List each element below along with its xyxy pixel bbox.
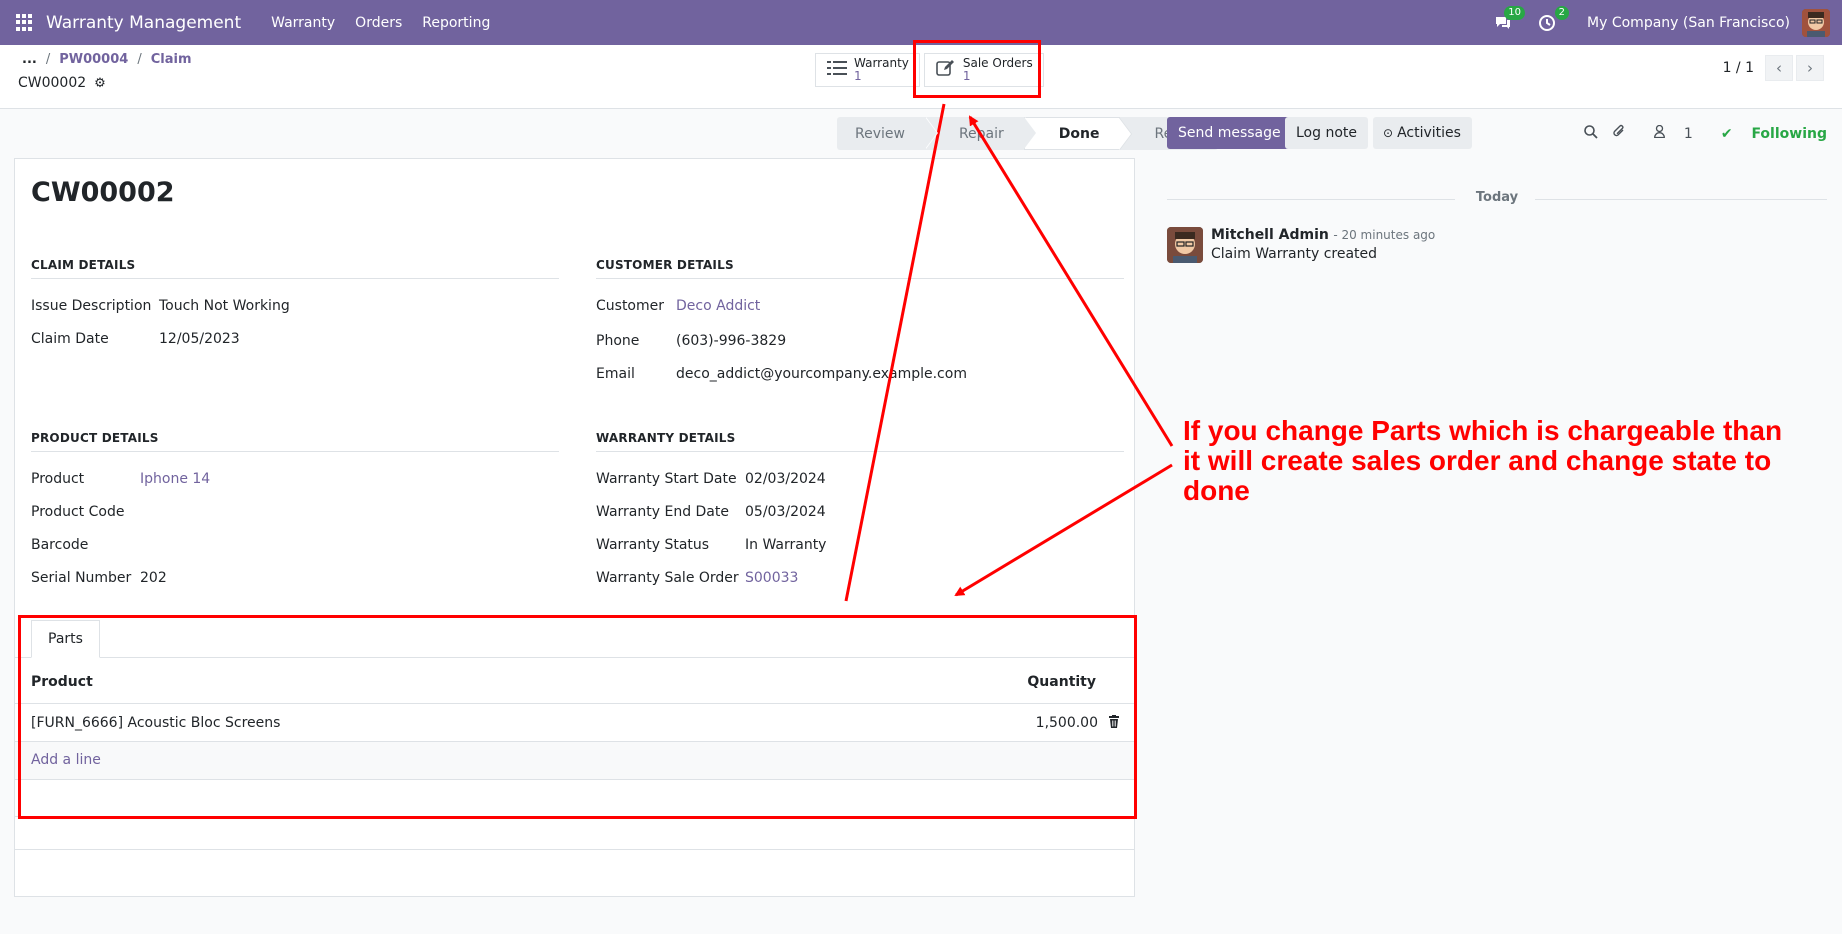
user-icon (1654, 124, 1669, 142)
issue-description-value[interactable]: Touch Not Working (159, 298, 290, 314)
send-message-button[interactable]: Send message (1167, 117, 1292, 149)
stage-repair[interactable]: Repair (924, 117, 1037, 150)
warranty-end-value[interactable]: 05/03/2024 (745, 504, 826, 520)
warranty-status-value[interactable]: In Warranty (745, 537, 826, 553)
breadcrumb-claim[interactable]: Claim (151, 52, 192, 67)
record-name[interactable]: CW00002 (31, 177, 175, 208)
messages-icon[interactable]: 10 (1493, 5, 1526, 33)
message-author[interactable]: Mitchell Admin (1211, 227, 1329, 243)
warranty-details-title: Warranty Details (596, 431, 1124, 452)
phone-value[interactable]: (603)-996-3829 (676, 333, 786, 349)
avatar[interactable] (1167, 227, 1203, 263)
warranty-smart-count: 1 (854, 69, 862, 83)
claim-date-label: Claim Date (31, 331, 109, 347)
annotation-box-parts (18, 615, 1137, 819)
search-icon[interactable] (1584, 124, 1599, 143)
breadcrumb: ... / PW00004 / Claim (22, 52, 192, 67)
product-code-label: Product Code (31, 504, 125, 520)
annotation-text: If you change Parts which is chargeable … (1183, 415, 1783, 506)
customer-value[interactable]: Deco Addict (676, 298, 760, 314)
messages-badge: 10 (1504, 5, 1526, 20)
customer-label: Customer (596, 298, 665, 314)
activities-button[interactable]: ⊙ Activities (1373, 117, 1472, 149)
product-label: Product (31, 471, 85, 487)
pager-value[interactable]: 1 / 1 (1723, 60, 1754, 76)
activities-clock-icon[interactable]: 2 (1537, 5, 1570, 33)
gear-icon[interactable]: ⚙ (94, 76, 106, 91)
breadcrumb-more[interactable]: ... (22, 52, 37, 67)
warranty-status-label: Warranty Status (596, 537, 710, 553)
activities-badge: 2 (1554, 5, 1570, 20)
warranty-details-group: Warranty Details Warranty Start Date 02/… (596, 431, 1124, 586)
top-navbar: Warranty Management Warranty Orders Repo… (0, 0, 1842, 45)
menu-reporting[interactable]: Reporting (422, 15, 490, 31)
chevron-left-icon[interactable]: ‹ (1765, 55, 1793, 81)
product-details-group: Product Details Product Iphone 14 Produc… (31, 431, 559, 586)
followers-button[interactable]: 1 (1640, 124, 1693, 142)
email-label: Email (596, 366, 635, 382)
chevron-right-icon[interactable]: › (1796, 55, 1824, 81)
record-title-text: CW00002 (18, 75, 87, 91)
sheet-divider (15, 849, 1134, 850)
breadcrumb-separator: / (137, 52, 142, 67)
claim-details-group: Claim Details Issue Description Touch No… (31, 258, 559, 347)
stage-review[interactable]: Review (837, 117, 938, 150)
stage-done[interactable]: Done (1023, 117, 1133, 150)
serial-number-label: Serial Number (31, 570, 132, 586)
paperclip-icon[interactable] (1612, 124, 1626, 143)
message-text: Claim Warranty created (1211, 246, 1378, 262)
barcode-label: Barcode (31, 537, 89, 553)
menu-warranty[interactable]: Warranty (271, 15, 335, 31)
date-separator-label: Today (1475, 190, 1519, 205)
phone-label: Phone (596, 333, 640, 349)
warranty-start-value[interactable]: 02/03/2024 (745, 471, 826, 487)
warranty-smart-label: Warranty (854, 56, 909, 70)
annotation-box-sale-orders (913, 40, 1041, 98)
record-title: CW00002 ⚙ (18, 75, 106, 91)
pager: 1 / 1 ‹ › (1723, 55, 1824, 81)
warranty-start-label: Warranty Start Date (596, 471, 737, 487)
breadcrumb-separator: / (45, 52, 51, 67)
issue-description-label: Issue Description (31, 298, 152, 314)
chatter-toolbar: 1 ✔ Following (1570, 124, 1827, 143)
claim-date-value[interactable]: 12/05/2023 (159, 331, 240, 347)
product-details-title: Product Details (31, 431, 559, 452)
claim-details-title: Claim Details (31, 258, 559, 279)
activities-label: Activities (1397, 125, 1461, 141)
message-time: - 20 minutes ago (1333, 228, 1436, 242)
warranty-smart-button[interactable]: Warranty 1 (815, 53, 920, 87)
apps-menu-icon[interactable] (16, 13, 34, 32)
customer-details-group: Customer Details Customer Deco Addict Ph… (596, 258, 1124, 382)
email-value[interactable]: deco_addict@yourcompany.example.com (676, 366, 967, 382)
warranty-sale-order-value[interactable]: S00033 (745, 570, 798, 586)
breadcrumb-pw00004[interactable]: PW00004 (59, 52, 128, 67)
status-bar: Review Repair Done Reject (837, 117, 1218, 150)
user-avatar[interactable] (1802, 8, 1830, 37)
chatter-message: Mitchell Admin - 20 minutes ago Claim Wa… (1167, 227, 1435, 263)
date-separator: Today (1167, 190, 1827, 208)
menu-orders[interactable]: Orders (355, 15, 402, 31)
tab-parts[interactable]: Parts (31, 620, 100, 658)
following-label: Following (1751, 125, 1827, 142)
list-icon (826, 60, 848, 81)
product-value[interactable]: Iphone 14 (140, 471, 210, 487)
check-icon: ✔ (1720, 125, 1733, 142)
log-note-button[interactable]: Log note (1285, 117, 1368, 149)
customer-details-title: Customer Details (596, 258, 1124, 279)
app-name[interactable]: Warranty Management (46, 13, 241, 33)
serial-number-value[interactable]: 202 (140, 570, 167, 586)
warranty-end-label: Warranty End Date (596, 504, 729, 520)
warranty-sale-order-label: Warranty Sale Order (596, 570, 739, 586)
followers-count: 1 (1683, 126, 1693, 142)
company-switcher[interactable]: My Company (San Francisco) (1587, 15, 1790, 31)
clock-icon: ⊙ (1383, 126, 1394, 140)
following-button[interactable]: ✔ Following (1707, 126, 1827, 142)
